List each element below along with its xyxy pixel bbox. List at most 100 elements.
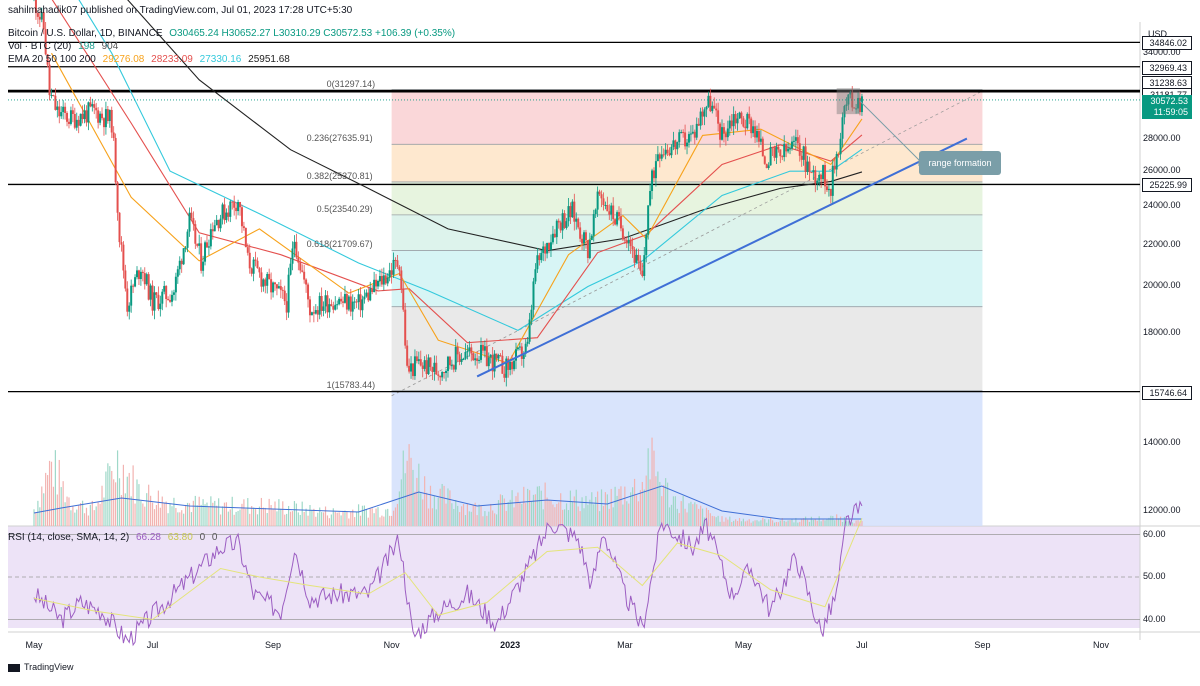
- candle-body: [361, 299, 364, 311]
- candle-body: [456, 346, 459, 355]
- volume-bar: [159, 507, 161, 526]
- candle-body: [621, 228, 624, 240]
- candle-body: [627, 239, 630, 244]
- candle-body: [279, 286, 282, 290]
- candle-body: [64, 106, 67, 113]
- volume-bar: [558, 502, 560, 526]
- candle-body: [738, 112, 741, 119]
- candle-body: [260, 272, 263, 287]
- candle-body: [586, 240, 589, 259]
- volume-bar: [391, 515, 393, 526]
- candle-body: [656, 154, 659, 162]
- volume-bar: [550, 501, 552, 526]
- candle-body: [110, 109, 113, 133]
- volume-bar: [591, 492, 593, 526]
- volume-bar: [167, 513, 169, 526]
- candle-body: [686, 142, 689, 147]
- candle-body: [804, 146, 807, 172]
- volume-bar: [668, 507, 671, 526]
- candle-body: [711, 105, 714, 112]
- volume-bar: [286, 513, 288, 526]
- candle-body: [202, 261, 205, 271]
- price-chart[interactable]: [0, 0, 1200, 681]
- volume-bar: [427, 508, 430, 526]
- candle-body: [542, 246, 545, 253]
- candle-body: [532, 281, 535, 310]
- candle-body: [375, 279, 378, 287]
- volume-bar: [243, 499, 245, 526]
- candle-body: [225, 212, 228, 221]
- tradingview-footer[interactable]: TradingView: [8, 662, 74, 672]
- volume-bar: [462, 503, 465, 526]
- volume-bar: [713, 516, 715, 526]
- volume-bar: [754, 520, 756, 526]
- volume-bar: [577, 506, 579, 526]
- candle-body: [660, 154, 663, 159]
- volume-bar: [587, 504, 589, 526]
- volume-bar: [105, 471, 107, 526]
- candle-body: [239, 202, 242, 208]
- candle-body: [71, 110, 74, 114]
- candle-body: [95, 107, 98, 111]
- volume-line: Vol · BTC (20) 198 904: [8, 41, 122, 52]
- candle-body: [608, 211, 611, 215]
- volume-bar: [328, 518, 331, 526]
- volume-bar: [441, 483, 443, 526]
- volume-bar: [97, 502, 99, 526]
- candle-body: [357, 294, 360, 303]
- candle-body: [625, 240, 628, 244]
- candle-body: [305, 279, 308, 285]
- volume-bar: [225, 502, 228, 526]
- volume-bar: [183, 513, 185, 526]
- volume-bar: [515, 496, 517, 526]
- volume-bar: [406, 460, 408, 526]
- candle-body: [604, 205, 607, 207]
- candle-body: [287, 274, 290, 313]
- candle-body: [544, 246, 547, 254]
- candle-body: [380, 276, 383, 285]
- current-price-tag: 30572.53 11:59:05: [1142, 94, 1192, 119]
- volume-bar: [48, 460, 51, 526]
- volume-bar: [585, 495, 587, 526]
- x-tick-6: May: [734, 640, 752, 650]
- candle-body: [748, 113, 751, 119]
- candle-body: [610, 205, 613, 215]
- volume-bar: [247, 498, 249, 526]
- price-tick-4: 22000.00: [1143, 238, 1181, 249]
- volume-bar: [132, 465, 134, 526]
- volume-value-2: 904: [101, 41, 119, 52]
- volume-bar: [604, 492, 606, 526]
- candle-body: [163, 285, 166, 292]
- candle-body: [633, 249, 636, 263]
- candle-body: [806, 161, 809, 172]
- candle-body: [728, 120, 731, 129]
- candle-body: [841, 117, 844, 139]
- volume-bar: [556, 503, 558, 526]
- volume-bar: [791, 519, 793, 526]
- volume-bar: [750, 522, 752, 526]
- volume-bar: [474, 502, 476, 526]
- volume-bar: [66, 496, 68, 526]
- volume-bar: [184, 504, 187, 526]
- candle-body: [266, 273, 269, 286]
- volume-bar: [396, 503, 399, 526]
- volume-bar: [278, 499, 280, 526]
- volume-bar: [562, 509, 564, 526]
- candle-body: [60, 112, 63, 117]
- candle-body: [726, 128, 729, 138]
- ema200-value: 25951.68: [248, 54, 290, 65]
- volume-bar: [101, 485, 103, 526]
- volume-bar: [109, 466, 111, 526]
- candle-body: [382, 275, 385, 285]
- volume-bar: [680, 501, 682, 526]
- rsi-tick-2: 40.00: [1143, 613, 1166, 624]
- fib-label-0.382: 0.382(25370.81): [306, 170, 373, 181]
- volume-bar: [204, 504, 206, 526]
- candle-body: [262, 279, 265, 287]
- candle-body: [209, 229, 212, 247]
- volume-bar: [624, 486, 626, 526]
- candle-body: [746, 113, 749, 129]
- x-tick-3: Nov: [383, 640, 400, 650]
- volume-bar: [317, 512, 319, 526]
- candle-body: [670, 146, 673, 156]
